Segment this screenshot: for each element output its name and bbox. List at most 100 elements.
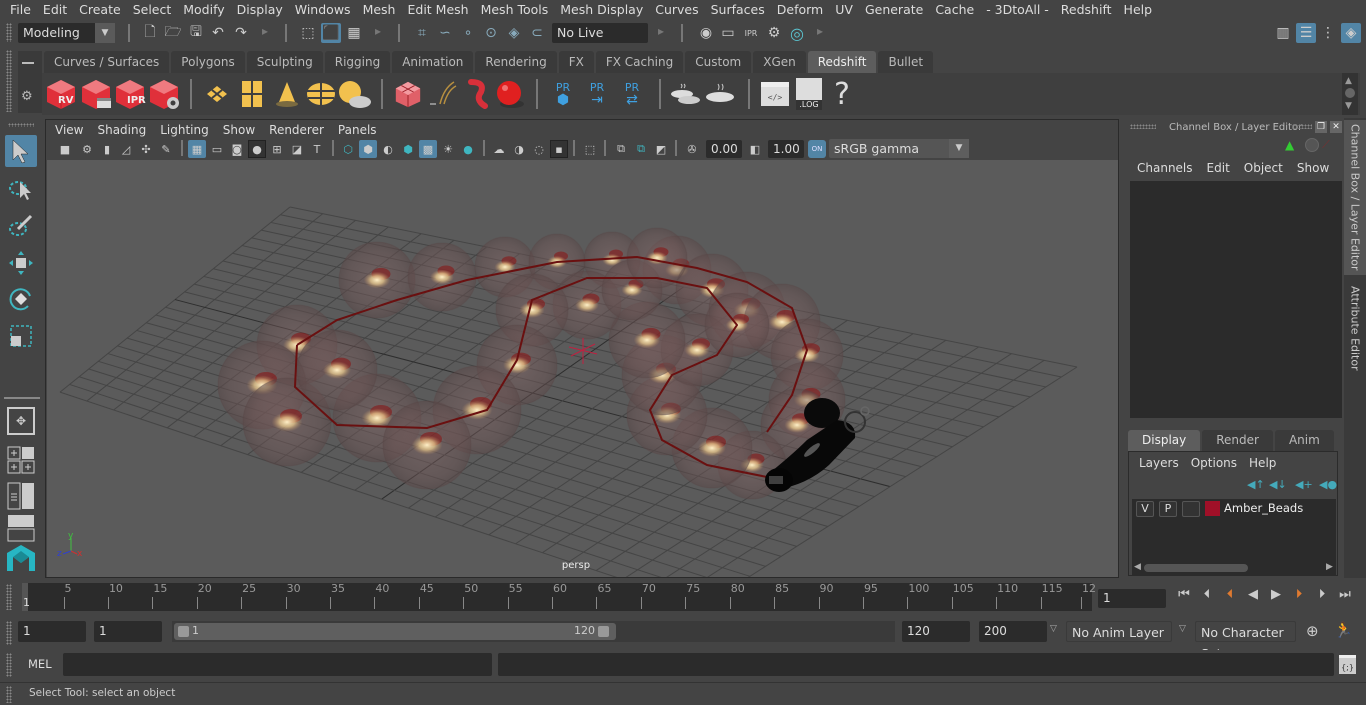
go-to-end-icon[interactable]: ⏭ [1336, 585, 1354, 603]
redshift-proxy-convert-icon[interactable]: PR ⇄ [615, 77, 649, 111]
hypershade-icon[interactable]: ◎ [787, 23, 807, 43]
panel-grip[interactable] [1292, 124, 1312, 129]
new-layer-selected-icon[interactable]: ◀● [1319, 478, 1337, 491]
command-language-toggle[interactable]: MEL [28, 657, 52, 671]
shelf-tab-rendering[interactable]: Rendering [475, 51, 557, 73]
menu-generate[interactable]: Generate [859, 0, 929, 20]
channel-box-menu-show[interactable]: Show [1290, 161, 1336, 175]
viewport-menu-shading[interactable]: Shading [90, 123, 153, 137]
xray-joints-icon[interactable]: ◩ [652, 140, 670, 158]
menu-edit[interactable]: Edit [37, 0, 73, 20]
textured-icon[interactable]: ▩ [419, 140, 437, 158]
scale-tool-icon[interactable] [5, 320, 37, 352]
shelf-tab-fx-caching[interactable]: FX Caching [595, 51, 684, 73]
redshift-render-view-icon[interactable]: RV [44, 77, 78, 111]
shadows-icon[interactable]: ● [459, 140, 477, 158]
use-all-lights-icon[interactable]: ☀ [439, 140, 457, 158]
redshift-proxy-create-icon[interactable]: PR ⬢ [546, 77, 580, 111]
snap-view-plane-icon[interactable]: ⊙ [481, 23, 501, 43]
redshift-volume-icon[interactable] [460, 77, 494, 111]
range-end-handle[interactable] [598, 626, 609, 637]
redshift-area-light-icon[interactable] [200, 77, 234, 111]
menu-deform[interactable]: Deform [771, 0, 829, 20]
gate-mask-icon[interactable]: ● [248, 140, 266, 158]
grid-toggle-icon[interactable]: ▦ [188, 140, 206, 158]
render-view-icon[interactable]: ◉ [696, 23, 716, 43]
render-settings-icon[interactable]: ⚙ [764, 23, 784, 43]
float-panel-icon[interactable]: ❐ [1315, 121, 1327, 133]
layer-playback-toggle[interactable]: P [1159, 501, 1177, 517]
manipulator-axes-icon[interactable]: ▲ [1285, 138, 1294, 152]
wireframe-icon[interactable]: ⬡ [339, 140, 357, 158]
redshift-portal-light-icon[interactable] [235, 77, 269, 111]
select-by-hierarchy-icon[interactable]: ⬚ [298, 23, 318, 43]
redshift-ies-light-icon[interactable] [270, 77, 304, 111]
select-by-component-icon[interactable]: ▦ [344, 23, 364, 43]
layer-color-swatch[interactable] [1205, 501, 1220, 516]
menu-select[interactable]: Select [127, 0, 178, 20]
tool-settings-icon[interactable]: ⋮ [1318, 23, 1338, 43]
menu-3dtoall[interactable]: - 3DtoAll - [980, 0, 1055, 20]
shelf-tab-rigging[interactable]: Rigging [324, 51, 391, 73]
resolution-gate-icon[interactable]: ◙ [228, 140, 246, 158]
viewport-menu-renderer[interactable]: Renderer [262, 123, 331, 137]
redshift-bake-icon[interactable] [703, 77, 737, 111]
tab-attribute-editor[interactable]: Attribute Editor [1344, 278, 1366, 378]
move-tool-icon[interactable] [5, 247, 37, 279]
redo-icon[interactable]: ↷ [231, 23, 251, 43]
channel-box-menu-channels[interactable]: Channels [1130, 161, 1200, 175]
time-slider-grip[interactable] [6, 584, 12, 610]
status-line-grip[interactable] [6, 23, 12, 42]
panel-grip[interactable] [1130, 124, 1156, 129]
screen-space-ao-icon[interactable]: ☁ [490, 140, 508, 158]
safe-title-icon[interactable]: T [308, 140, 326, 158]
menu-mesh[interactable]: Mesh [357, 0, 402, 20]
play-forwards-icon[interactable]: ▶ [1267, 585, 1285, 603]
image-plane-icon[interactable]: ◿ [117, 140, 135, 158]
menu-uv[interactable]: UV [829, 0, 859, 20]
gamma-icon[interactable]: ◧ [746, 140, 764, 158]
channel-box-list[interactable] [1130, 181, 1342, 418]
new-empty-layer-icon[interactable]: ◀+ [1295, 478, 1313, 491]
script-editor-icon[interactable]: {;} [1339, 655, 1356, 674]
amber-beads-mesh[interactable] [217, 227, 846, 500]
field-chart-icon[interactable]: ⊞ [268, 140, 286, 158]
select-by-object-icon[interactable]: ⬛ [321, 23, 341, 43]
menu-edit-mesh[interactable]: Edit Mesh [401, 0, 474, 20]
live-surface-field[interactable]: No Live Surface [552, 23, 648, 60]
layer-menu-layers[interactable]: Layers [1133, 456, 1185, 470]
snap-grid-icon[interactable]: ⌗ [412, 23, 432, 43]
menu-mesh-tools[interactable]: Mesh Tools [475, 0, 555, 20]
channel-box-toggle-icon[interactable]: ◈ [1341, 23, 1361, 43]
layer-menu-help[interactable]: Help [1243, 456, 1282, 470]
channel-box-menu-object[interactable]: Object [1237, 161, 1290, 175]
safe-action-icon[interactable]: ◪ [288, 140, 306, 158]
undo-icon[interactable]: ↶ [208, 23, 228, 43]
collapse-arrow-icon[interactable]: ▸ [375, 24, 381, 38]
view-transform-dropdown[interactable]: sRGB gamma ▼ [829, 139, 969, 158]
layer-tab-anim[interactable]: Anim [1274, 430, 1334, 451]
viewport-menu-show[interactable]: Show [216, 123, 262, 137]
select-tool-icon[interactable] [5, 135, 37, 167]
viewport-menu-lighting[interactable]: Lighting [153, 123, 216, 137]
channel-box-menu-edit[interactable]: Edit [1200, 161, 1237, 175]
menu-cache[interactable]: Cache [929, 0, 980, 20]
make-live-icon[interactable]: ⊂ [527, 23, 547, 43]
character-set-dropdown[interactable]: No Character Set [1195, 621, 1296, 661]
redshift-script-editor-icon[interactable]: </> [758, 77, 792, 111]
layer-tab-display[interactable]: Display [1128, 430, 1201, 451]
step-forward-key-icon[interactable]: ⏵ [1290, 585, 1308, 603]
new-scene-icon[interactable]: 🗋 [140, 23, 160, 43]
layer-display-type-toggle[interactable] [1182, 501, 1200, 517]
shelf-tab-curves-surfaces[interactable]: Curves / Surfaces [44, 51, 170, 73]
auto-keyframe-toggle-icon[interactable]: ⊕ [1306, 622, 1319, 640]
snap-curve-icon[interactable]: ∽ [435, 23, 455, 43]
layer-visibility-toggle[interactable]: V [1136, 501, 1154, 517]
range-start-handle[interactable] [178, 626, 189, 637]
menu-surfaces[interactable]: Surfaces [705, 0, 771, 20]
shelf-tab-bullet[interactable]: Bullet [878, 51, 934, 73]
motion-blur-icon[interactable]: ◑ [510, 140, 528, 158]
snap-point-icon[interactable]: ∘ [458, 23, 478, 43]
redshift-dome-light-icon[interactable] [304, 77, 338, 111]
2d-pan-zoom-icon[interactable]: ✣ [137, 140, 155, 158]
